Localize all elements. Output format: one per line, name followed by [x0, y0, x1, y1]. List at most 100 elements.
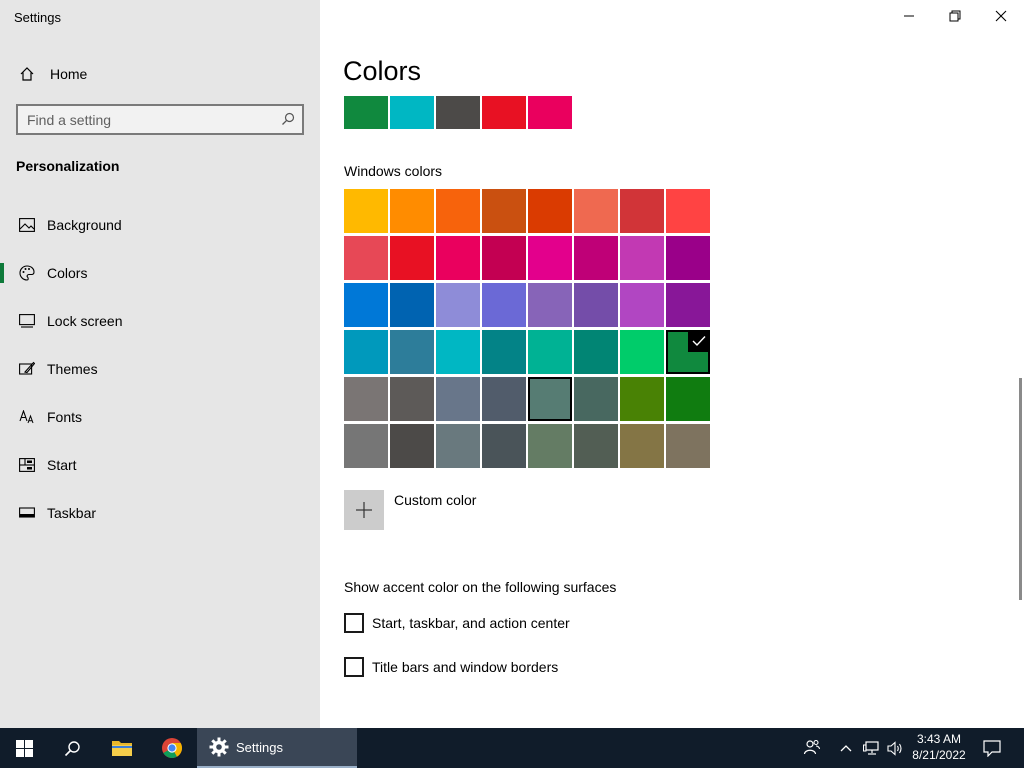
sidebar-item-themes[interactable]: Themes: [0, 351, 320, 387]
title-bars-checkbox-row[interactable]: Title bars and window borders: [344, 657, 558, 677]
color-swatch[interactable]: [620, 189, 664, 233]
color-swatch[interactable]: [574, 283, 618, 327]
scrollbar-thumb[interactable]: [1019, 378, 1022, 600]
color-swatch[interactable]: [482, 283, 526, 327]
color-swatch[interactable]: [666, 424, 710, 468]
taskbar-icon: [18, 504, 36, 522]
folder-icon: [112, 741, 132, 756]
recent-color-swatch[interactable]: [390, 96, 434, 129]
color-swatch[interactable]: [436, 424, 480, 468]
sidebar-item-colors[interactable]: Colors: [0, 255, 320, 291]
network-button[interactable]: [859, 728, 883, 768]
color-swatch[interactable]: [666, 236, 710, 280]
close-button[interactable]: [978, 0, 1024, 32]
people-button[interactable]: [796, 728, 828, 768]
start-taskbar-checkbox-row[interactable]: Start, taskbar, and action center: [344, 613, 570, 633]
sidebar-item-start[interactable]: Start: [0, 447, 320, 483]
color-swatch[interactable]: [666, 189, 710, 233]
home-button[interactable]: Home: [0, 58, 320, 90]
action-center-button[interactable]: [974, 728, 1010, 768]
accent-surfaces-heading: Show accent color on the following surfa…: [344, 579, 617, 595]
themes-icon: [18, 360, 36, 378]
color-swatch[interactable]: [482, 330, 526, 374]
notification-icon: [983, 739, 1001, 757]
color-swatch-selected[interactable]: [666, 330, 710, 374]
color-swatch[interactable]: [344, 189, 388, 233]
color-swatch[interactable]: [482, 424, 526, 468]
chrome-button[interactable]: [148, 728, 196, 768]
sidebar-item-background[interactable]: Background: [0, 207, 320, 243]
chevron-up-icon: [840, 745, 852, 752]
start-button[interactable]: [0, 728, 48, 768]
color-swatch[interactable]: [528, 377, 572, 421]
clock-date: 8/21/2022: [912, 748, 966, 762]
color-swatch[interactable]: [482, 189, 526, 233]
file-explorer-button[interactable]: [98, 728, 146, 768]
clock[interactable]: 3:43 AM 8/21/2022: [906, 731, 972, 763]
color-swatch[interactable]: [666, 377, 710, 421]
color-swatch[interactable]: [528, 189, 572, 233]
close-icon: [995, 10, 1007, 22]
color-swatch[interactable]: [528, 424, 572, 468]
color-swatch[interactable]: [482, 236, 526, 280]
color-swatch[interactable]: [528, 283, 572, 327]
sidebar-item-lock-screen[interactable]: Lock screen: [0, 303, 320, 339]
color-swatch[interactable]: [620, 424, 664, 468]
color-swatch[interactable]: [528, 236, 572, 280]
color-swatch[interactable]: [574, 330, 618, 374]
start-taskbar-checkbox[interactable]: [344, 613, 364, 633]
color-swatch[interactable]: [574, 377, 618, 421]
color-swatch[interactable]: [436, 330, 480, 374]
volume-icon: [886, 740, 902, 756]
color-swatch[interactable]: [344, 236, 388, 280]
windows-logo-icon: [15, 739, 33, 757]
windows-colors-grid: [344, 189, 712, 469]
color-swatch[interactable]: [344, 330, 388, 374]
search-box[interactable]: [16, 104, 304, 135]
color-swatch[interactable]: [620, 236, 664, 280]
volume-button[interactable]: [883, 728, 907, 768]
title-bars-checkbox[interactable]: [344, 657, 364, 677]
color-swatch[interactable]: [390, 236, 434, 280]
gear-icon: [209, 737, 229, 757]
taskbar-search-button[interactable]: [48, 728, 96, 768]
color-swatch[interactable]: [528, 330, 572, 374]
color-swatch[interactable]: [666, 283, 710, 327]
color-swatch[interactable]: [390, 283, 434, 327]
color-swatch[interactable]: [390, 377, 434, 421]
color-swatch[interactable]: [436, 189, 480, 233]
custom-color-button[interactable]: [344, 490, 384, 530]
home-icon: [18, 65, 36, 83]
color-swatch[interactable]: [620, 377, 664, 421]
sidebar-item-fonts[interactable]: Fonts: [0, 399, 320, 435]
custom-color-label: Custom color: [394, 492, 477, 508]
color-swatch[interactable]: [574, 424, 618, 468]
color-swatch[interactable]: [436, 236, 480, 280]
show-hidden-icons-button[interactable]: [836, 728, 856, 768]
recent-color-swatch[interactable]: [344, 96, 388, 129]
sidebar: Settings Home Personalization Background…: [0, 0, 320, 728]
color-swatch[interactable]: [344, 283, 388, 327]
recent-color-swatch[interactable]: [436, 96, 480, 129]
minimize-button[interactable]: [886, 0, 932, 32]
search-input[interactable]: [18, 106, 302, 133]
color-swatch[interactable]: [436, 377, 480, 421]
color-swatch[interactable]: [574, 236, 618, 280]
color-swatch[interactable]: [390, 330, 434, 374]
image-icon: [18, 216, 36, 234]
restore-button[interactable]: [932, 0, 978, 32]
recent-color-swatch[interactable]: [482, 96, 526, 129]
color-swatch[interactable]: [344, 377, 388, 421]
color-swatch[interactable]: [620, 283, 664, 327]
color-swatch[interactable]: [574, 189, 618, 233]
color-swatch[interactable]: [390, 189, 434, 233]
color-swatch[interactable]: [620, 330, 664, 374]
color-swatch[interactable]: [390, 424, 434, 468]
sidebar-item-taskbar[interactable]: Taskbar: [0, 495, 320, 531]
recent-color-swatch[interactable]: [528, 96, 572, 129]
color-swatch[interactable]: [344, 424, 388, 468]
settings-taskbar-button[interactable]: Settings: [197, 728, 357, 768]
color-swatch[interactable]: [436, 283, 480, 327]
search-icon[interactable]: [281, 112, 295, 126]
color-swatch[interactable]: [482, 377, 526, 421]
